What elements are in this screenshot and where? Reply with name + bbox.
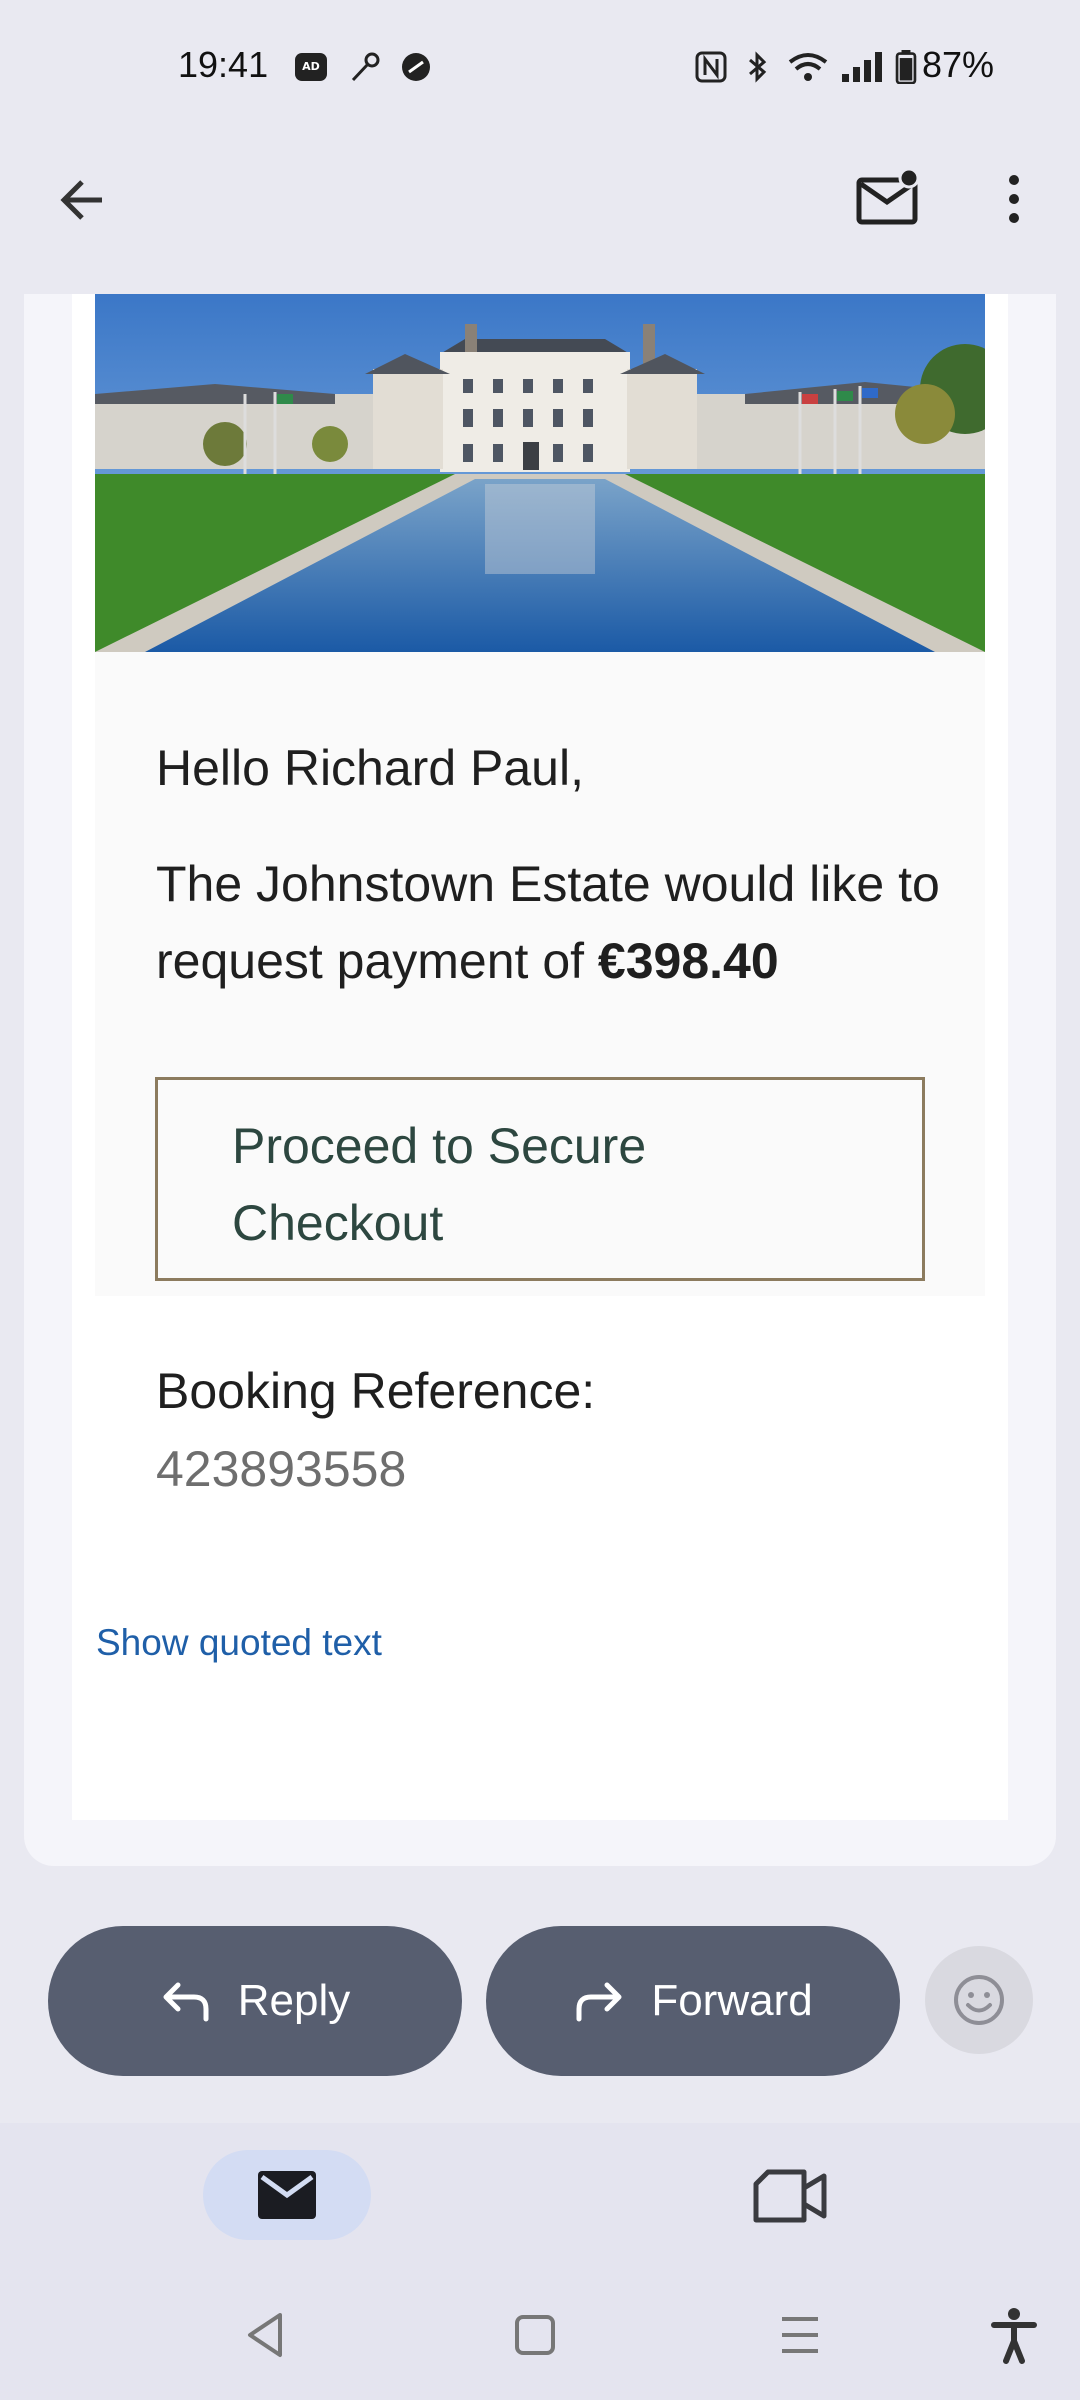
reply-icon bbox=[163, 1982, 209, 2022]
email-message: The Johnstown Estate would like to reque… bbox=[156, 846, 956, 1000]
add-reaction-button[interactable] bbox=[925, 1946, 1033, 2054]
svg-text:AD: AD bbox=[302, 60, 320, 73]
reply-label: Reply bbox=[237, 1976, 351, 2025]
back-triangle-icon[interactable] bbox=[236, 2305, 296, 2365]
payment-amount: €398.40 bbox=[597, 933, 779, 989]
status-bar bbox=[0, 0, 1080, 140]
battery-percentage: 87% bbox=[922, 44, 995, 85]
mark-unread-icon[interactable] bbox=[855, 168, 923, 228]
booking-reference-value: 423893558 bbox=[156, 1441, 407, 1497]
secure-checkout-button[interactable]: Proceed to Secure Checkout bbox=[155, 1077, 925, 1281]
email-greeting: Hello Richard Paul, bbox=[156, 740, 584, 796]
booking-reference-label: Booking Reference: bbox=[156, 1363, 596, 1419]
battery-icon bbox=[895, 50, 917, 84]
hotel-hero-image bbox=[95, 294, 985, 652]
wifi-icon bbox=[788, 53, 828, 81]
payment-request-text: The Johnstown Estate would like to reque… bbox=[156, 856, 940, 989]
back-arrow-icon[interactable] bbox=[52, 170, 112, 230]
recents-icon[interactable] bbox=[770, 2305, 830, 2365]
bluetooth-icon bbox=[749, 51, 767, 83]
vpn-icon bbox=[402, 53, 430, 81]
add-reaction-icon bbox=[954, 1975, 1004, 2025]
more-vert-icon[interactable] bbox=[996, 170, 1032, 230]
mail-tab[interactable] bbox=[203, 2150, 371, 2240]
ad-blocker-icon: AD bbox=[295, 53, 327, 81]
forward-button[interactable]: Forward bbox=[486, 1926, 900, 2076]
forward-icon bbox=[576, 1982, 622, 2022]
show-quoted-text-link[interactable]: Show quoted text bbox=[96, 1622, 382, 1664]
secure-checkout-label: Proceed to Secure Checkout bbox=[232, 1118, 647, 1251]
meet-video-icon[interactable] bbox=[752, 2168, 832, 2224]
key-icon bbox=[351, 52, 380, 82]
nfc-icon bbox=[695, 51, 727, 83]
mail-icon bbox=[258, 2171, 316, 2219]
home-square-icon[interactable] bbox=[505, 2305, 565, 2365]
forward-label: Forward bbox=[651, 1976, 813, 2025]
signal-icon bbox=[842, 52, 882, 82]
reply-button[interactable]: Reply bbox=[48, 1926, 462, 2076]
accessibility-icon[interactable] bbox=[984, 2305, 1044, 2365]
status-time: 19:41 bbox=[178, 44, 269, 85]
